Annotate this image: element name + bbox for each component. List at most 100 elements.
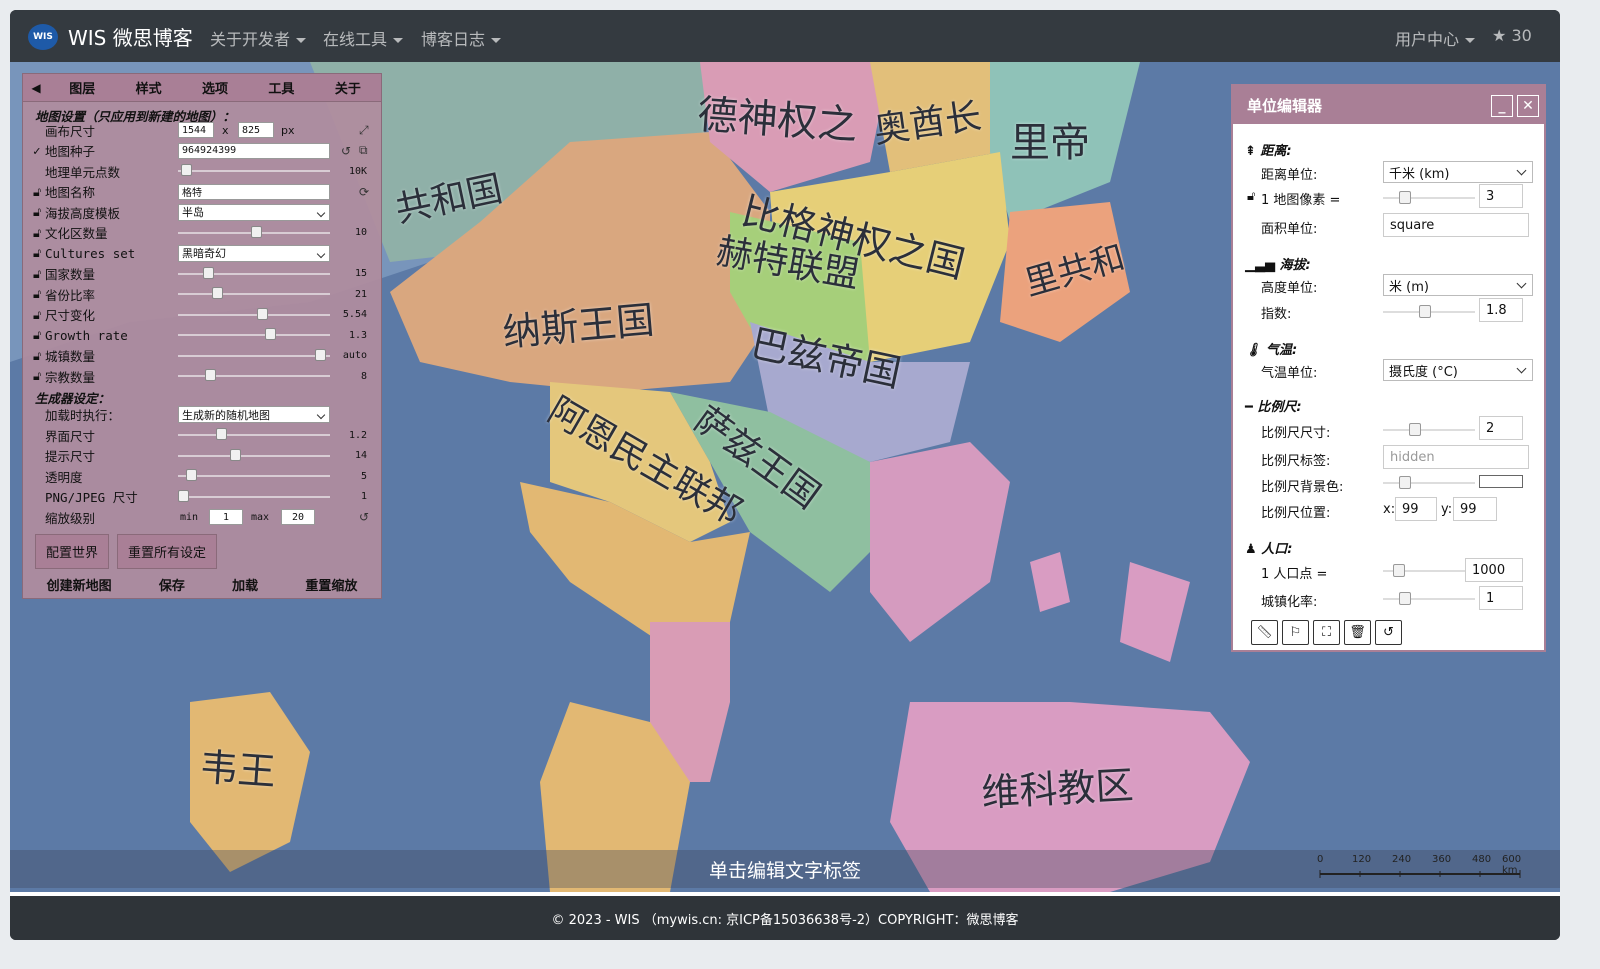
units-editor-header[interactable]: 单位编辑器 _ ✕ bbox=[1233, 86, 1544, 124]
pixel-distance-input[interactable]: 3 bbox=[1479, 184, 1523, 208]
lock-icon[interactable]: 🔓︎ bbox=[33, 204, 41, 220]
lock-icon[interactable]: 🔓︎ bbox=[33, 307, 41, 323]
transparency-slider[interactable] bbox=[178, 469, 330, 482]
growth-slider[interactable] bbox=[178, 328, 330, 341]
configure-world-button[interactable]: 配置世界 bbox=[35, 533, 110, 569]
tab-options[interactable]: 选项 bbox=[182, 78, 248, 97]
lock-icon[interactable]: 🔓︎ bbox=[33, 368, 41, 384]
exponent-slider[interactable] bbox=[1383, 305, 1475, 318]
size-variety-slider[interactable] bbox=[178, 307, 330, 320]
slider-knob[interactable] bbox=[1399, 191, 1412, 204]
slider-knob[interactable] bbox=[204, 369, 216, 382]
reset-zoom-button[interactable]: 重置缩放 bbox=[305, 575, 357, 594]
lock-icon[interactable]: 🔓︎ bbox=[33, 225, 41, 241]
lock-icon[interactable]: 🔓︎ bbox=[33, 245, 41, 261]
close-icon[interactable]: ✕ bbox=[1517, 95, 1539, 117]
on-load-select[interactable]: 生成新的随机地图 bbox=[178, 406, 330, 424]
map-name-input[interactable]: 格特 bbox=[178, 183, 330, 200]
area-unit-input[interactable]: square bbox=[1383, 213, 1529, 237]
tab-style[interactable]: 样式 bbox=[115, 78, 181, 97]
tab-tools[interactable]: 工具 bbox=[248, 78, 314, 97]
menu-online-tools[interactable]: 在线工具 bbox=[323, 26, 404, 50]
scale-background-color-swatch[interactable] bbox=[1479, 475, 1523, 488]
new-map-button[interactable]: 创建新地图 bbox=[47, 575, 112, 594]
population-slider[interactable] bbox=[1383, 564, 1475, 577]
scale-size-input[interactable]: 2 bbox=[1479, 416, 1523, 440]
slider-knob[interactable] bbox=[186, 469, 198, 482]
lock-icon[interactable]: 🔓︎ bbox=[33, 184, 41, 200]
locked-check-icon[interactable]: ✓ bbox=[33, 143, 41, 158]
tab-about[interactable]: 关于 bbox=[315, 78, 381, 97]
slider-knob[interactable] bbox=[178, 489, 189, 502]
lock-icon[interactable]: 🔓︎ bbox=[33, 286, 41, 302]
slider-knob[interactable] bbox=[1408, 423, 1421, 436]
pixel-distance-slider[interactable] bbox=[1383, 191, 1475, 204]
slider-knob[interactable] bbox=[1399, 476, 1412, 489]
slider-knob[interactable] bbox=[203, 266, 215, 279]
fullscreen-icon[interactable]: ⤢ bbox=[359, 123, 369, 138]
lock-icon[interactable]: 🔓︎ bbox=[33, 266, 41, 282]
menu-blog-log[interactable]: 博客日志 bbox=[421, 26, 502, 50]
save-button[interactable]: 保存 bbox=[159, 575, 185, 594]
cultures-set-select[interactable]: 黑暗奇幻 bbox=[178, 244, 330, 262]
states-slider[interactable] bbox=[178, 266, 330, 279]
reset-settings-button[interactable]: 重置所有设定 bbox=[117, 533, 218, 569]
tooltip-size-slider[interactable] bbox=[178, 448, 330, 461]
map-state-label[interactable]: 里帝 bbox=[1010, 110, 1090, 168]
position-y-input[interactable]: 99 bbox=[1453, 497, 1497, 521]
map-state-label[interactable]: 韦王 bbox=[198, 736, 278, 796]
map-state-label[interactable]: 德神权之 bbox=[696, 82, 860, 151]
load-button[interactable]: 加载 bbox=[232, 575, 258, 594]
slider-knob[interactable] bbox=[265, 328, 277, 341]
position-x-input[interactable]: 99 bbox=[1395, 497, 1437, 521]
temperature-unit-select[interactable]: 摄氏度 (°C) bbox=[1383, 359, 1533, 381]
slider-knob[interactable] bbox=[1419, 305, 1432, 318]
urbanization-input[interactable]: 1 bbox=[1479, 586, 1523, 610]
lock-icon[interactable]: 🔓︎ bbox=[33, 348, 41, 364]
seed-input[interactable]: 964924399 bbox=[178, 142, 330, 159]
trash-icon[interactable]: 🗑︎ bbox=[1344, 620, 1371, 645]
map-canvas[interactable]: 德神权之 奥酋长 里帝 共和国 比格神权之国 赫特联盟 里共和 纳斯王国 巴兹帝国 阿恩民主联邦萨… bbox=[10, 62, 1560, 892]
reset-icon[interactable]: ↺ bbox=[1375, 620, 1402, 645]
lock-icon[interactable]: 🔓︎ bbox=[33, 327, 41, 343]
slider-knob[interactable] bbox=[180, 164, 192, 177]
zoom-max-input[interactable]: 20 bbox=[281, 509, 315, 526]
scale-label-input[interactable]: hidden bbox=[1383, 445, 1529, 469]
slider-knob[interactable] bbox=[251, 225, 263, 238]
regenerate-icon[interactable]: ⟳ bbox=[359, 185, 369, 199]
religions-slider[interactable] bbox=[178, 369, 330, 382]
measure-path-icon[interactable]: ⚐ bbox=[1282, 620, 1309, 645]
slider-knob[interactable] bbox=[314, 348, 326, 361]
provinces-slider[interactable] bbox=[178, 287, 330, 300]
slider-knob[interactable] bbox=[1392, 564, 1405, 577]
burgs-slider[interactable] bbox=[178, 348, 330, 361]
slider-knob[interactable] bbox=[1399, 592, 1412, 605]
png-size-slider[interactable] bbox=[178, 489, 330, 502]
urbanization-slider[interactable] bbox=[1383, 592, 1475, 605]
restore-icon[interactable]: ↺ bbox=[341, 144, 351, 158]
area-measure-icon[interactable]: ⛶ bbox=[1313, 620, 1340, 645]
cells-slider[interactable] bbox=[178, 164, 330, 177]
collapse-panel-icon[interactable]: ◀ bbox=[23, 81, 49, 95]
canvas-width-input[interactable]: 1544 bbox=[178, 122, 214, 139]
template-select[interactable]: 半岛 bbox=[178, 203, 330, 221]
population-point-input[interactable]: 1000 bbox=[1465, 558, 1523, 582]
exponent-input[interactable]: 1.8 bbox=[1479, 298, 1523, 322]
canvas-height-input[interactable]: 825 bbox=[238, 122, 274, 139]
brand-link[interactable]: WIS WIS 微思博客 bbox=[28, 22, 193, 51]
minimize-icon[interactable]: _ bbox=[1491, 95, 1513, 117]
distance-unit-select[interactable]: 千米 (km) bbox=[1383, 161, 1533, 183]
scale-background-opacity-slider[interactable] bbox=[1383, 476, 1475, 489]
copy-icon[interactable]: ⧉ bbox=[359, 143, 368, 158]
slider-knob[interactable] bbox=[211, 287, 223, 300]
tab-layers[interactable]: 图层 bbox=[49, 78, 115, 97]
map-state-label[interactable]: 维科教区 bbox=[980, 754, 1135, 817]
stars-link[interactable]: ★ 30 bbox=[1492, 26, 1532, 45]
scale-size-slider[interactable] bbox=[1383, 423, 1475, 436]
menu-about-developer[interactable]: 关于开发者 bbox=[210, 26, 307, 50]
slider-knob[interactable] bbox=[216, 428, 228, 441]
height-unit-select[interactable]: 米 (m) bbox=[1383, 274, 1533, 296]
lock-icon[interactable]: 🔓︎ bbox=[1247, 189, 1255, 204]
zoom-min-input[interactable]: 1 bbox=[209, 509, 243, 526]
cultures-slider[interactable] bbox=[178, 225, 330, 238]
